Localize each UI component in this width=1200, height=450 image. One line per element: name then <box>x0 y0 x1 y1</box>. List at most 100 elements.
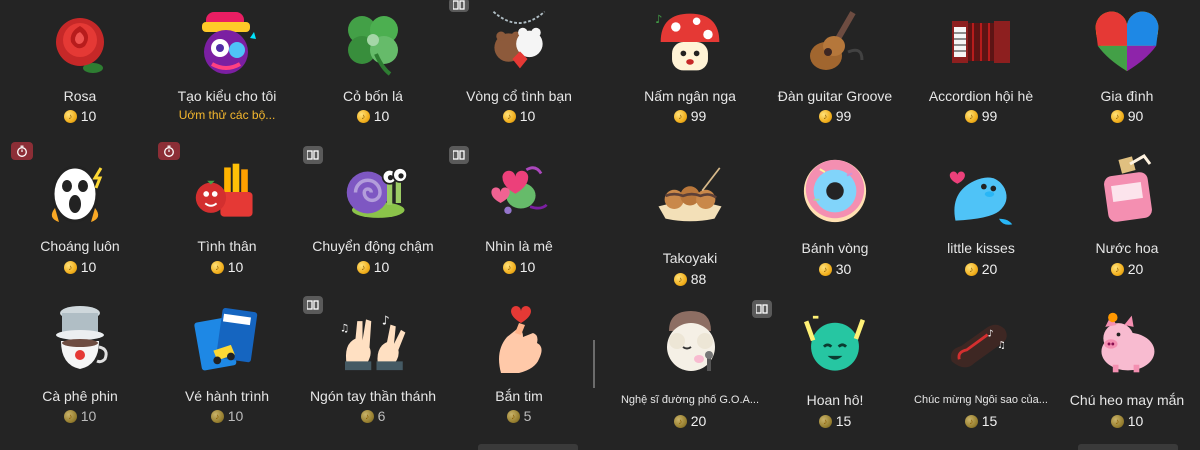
gift-price-value: 20 <box>690 413 707 429</box>
gift-name: Takoyaki <box>662 250 718 266</box>
magic-fingers-icon: ♪ ♫ <box>338 308 408 378</box>
right-gift-panel: ♪ Nấm ngân nga ♪ 99 Đàn guitar Groove ♪ … <box>600 0 1200 450</box>
gift-name: Rosa <box>63 88 97 104</box>
timer-badge-icon <box>11 142 33 160</box>
gift-price-value: 20 <box>981 261 998 277</box>
gift-shocked[interactable]: Choáng luôn ♪ 10 <box>5 140 155 290</box>
gift-lucky-pig[interactable]: Chú heo may mắn ♪ 10 <box>1052 300 1200 450</box>
gift-name: Vé hành trình <box>184 388 270 404</box>
street-artist-goat-icon <box>655 308 725 378</box>
gift-love-at-sight[interactable]: Nhìn là mê ♪ 10 <box>444 140 594 290</box>
gift-price: ♪ 30 <box>760 261 910 277</box>
finger-heart-icon <box>484 304 554 374</box>
gift-price-value: 15 <box>835 413 852 429</box>
timer-badge-icon <box>158 142 180 160</box>
gift-price: ♪ 10 <box>152 259 302 275</box>
phin-coffee-icon <box>45 304 115 374</box>
gift-style-me[interactable]: Tạo kiểu cho tôi Uớm thử các bộ... <box>152 0 302 150</box>
svg-text:♫: ♫ <box>340 323 349 335</box>
gift-subtitle: Uớm thử các bộ... <box>178 108 276 122</box>
gift-groove-guitar[interactable]: Đàn guitar Groove ♪ 99 <box>760 0 910 150</box>
four-leaf-clover-icon <box>338 8 408 78</box>
coin-icon: ♪ <box>1110 262 1124 276</box>
coin-icon: ♪ <box>964 414 978 428</box>
gift-price-value: 90 <box>1127 108 1144 124</box>
gift-perfume[interactable]: Nước hoa ♪ 20 <box>1052 150 1200 300</box>
svg-text:♪: ♪ <box>988 329 994 340</box>
perfume-icon <box>1092 154 1162 226</box>
gift-price-value: 15 <box>981 413 998 429</box>
coin-icon: ♪ <box>1110 109 1124 123</box>
gift-name: Tình thân <box>197 238 257 254</box>
gift-name: Nước hoa <box>1095 240 1159 256</box>
gift-four-leaf-clover[interactable]: Cỏ bốn lá ♪ 10 <box>298 0 448 150</box>
gift-price-value: 10 <box>80 408 97 424</box>
coin-icon: ♪ <box>210 260 224 274</box>
gift-price-value: 5 <box>523 408 532 424</box>
gift-price: ♪ 10 <box>1052 413 1200 429</box>
gift-price: ♪ 20 <box>615 413 765 429</box>
coin-icon: ♪ <box>502 260 516 274</box>
svg-text:♪: ♪ <box>382 314 390 328</box>
gift-congrats-star[interactable]: ♪ ♫ Chúc mừng Ngôi sao của... ♪ 15 <box>906 300 1056 450</box>
gift-finger-heart[interactable]: Bắn tim ♪ 5 <box>444 290 594 440</box>
gift-price: ♪ 20 <box>906 261 1056 277</box>
svg-text:♪: ♪ <box>655 12 662 26</box>
gift-price: ♪ 90 <box>1052 108 1200 124</box>
gift-slow-motion[interactable]: Chuyển động chậm ♪ 10 <box>298 140 448 290</box>
rose-icon <box>45 10 115 80</box>
gift-name: Bắn tim <box>495 388 543 404</box>
fries-and-tomato-icon <box>192 158 262 228</box>
gift-magic-fingers[interactable]: ♪ ♫ Ngón tay thần thánh ♪ 6 <box>298 290 448 440</box>
coin-icon: ♪ <box>1110 414 1124 428</box>
gift-price-value: 10 <box>227 408 244 424</box>
gift-price-value: 20 <box>1127 261 1144 277</box>
coin-icon: ♪ <box>356 109 370 123</box>
ticket-icon <box>192 304 262 374</box>
gift-singing-mushroom[interactable]: ♪ Nấm ngân nga ♪ 99 <box>615 0 765 150</box>
gift-name: Nhìn là mê <box>485 238 553 254</box>
style-me-character-icon <box>192 8 262 78</box>
gift-donut[interactable]: Bánh vòng ♪ 30 <box>760 150 910 300</box>
scroll-handle[interactable] <box>1078 444 1178 450</box>
gift-rosa[interactable]: Rosa ♪ 10 <box>5 0 155 150</box>
gift-name: Bánh vòng <box>801 240 869 256</box>
gift-journey-ticket[interactable]: Vé hành trình ♪ 10 <box>152 290 302 440</box>
coin-icon: ♪ <box>63 409 77 423</box>
gift-name: Nấm ngân nga <box>644 88 736 104</box>
video-badge-icon <box>449 146 469 164</box>
gift-tinh-than[interactable]: Tình thân ♪ 10 <box>152 140 302 290</box>
left-gift-panel: Rosa ♪ 10 Tạo kiểu cho tôi Uớm thử các b… <box>0 0 600 450</box>
gift-hooray[interactable]: Hoan hô! ♪ 15 <box>752 300 910 450</box>
gift-price: ♪ 88 <box>615 271 765 287</box>
coin-icon: ♪ <box>673 272 687 286</box>
gift-price-value: 30 <box>835 261 852 277</box>
gift-price: ♪ 10 <box>5 408 155 424</box>
gift-phin-coffee[interactable]: Cà phê phin ♪ 10 <box>5 290 155 440</box>
gift-friendship-necklace[interactable]: Vòng cổ tình bạn ♪ 10 <box>444 0 594 150</box>
gift-price-value: 10 <box>519 259 536 275</box>
gift-family[interactable]: Gia đình ♪ 90 <box>1052 0 1200 150</box>
gift-price: ♪ 99 <box>906 108 1056 124</box>
coin-icon: ♪ <box>964 262 978 276</box>
scroll-handle[interactable] <box>478 444 578 450</box>
gift-little-kisses[interactable]: little kisses ♪ 20 <box>906 150 1056 300</box>
gift-price: ♪ 5 <box>444 408 594 424</box>
gift-name: Nghệ sĩ đường phố G.O.A... <box>620 394 760 406</box>
gift-name: Ngón tay thần thánh <box>309 388 437 404</box>
gift-price-value: 10 <box>80 259 97 275</box>
guitar-icon <box>800 8 870 78</box>
heart-eyes-creature-icon <box>484 156 554 226</box>
gift-takoyaki[interactable]: Takoyaki ♪ 88 <box>615 150 765 300</box>
donut-icon <box>800 156 870 226</box>
gift-name: Vòng cổ tình bạn <box>466 88 572 104</box>
gift-name: Choáng luôn <box>40 238 120 254</box>
seal-icon <box>946 162 1016 232</box>
gift-street-artist[interactable]: Nghệ sĩ đường phố G.O.A... ♪ 20 <box>615 300 765 450</box>
gift-price: ♪ 20 <box>1052 261 1200 277</box>
coin-icon: ♪ <box>63 109 77 123</box>
gift-accordion[interactable]: Accordion hội hè ♪ 99 <box>906 0 1056 150</box>
coin-icon: ♪ <box>673 109 687 123</box>
gift-name: little kisses <box>947 240 1015 256</box>
gift-price-value: 10 <box>373 259 390 275</box>
